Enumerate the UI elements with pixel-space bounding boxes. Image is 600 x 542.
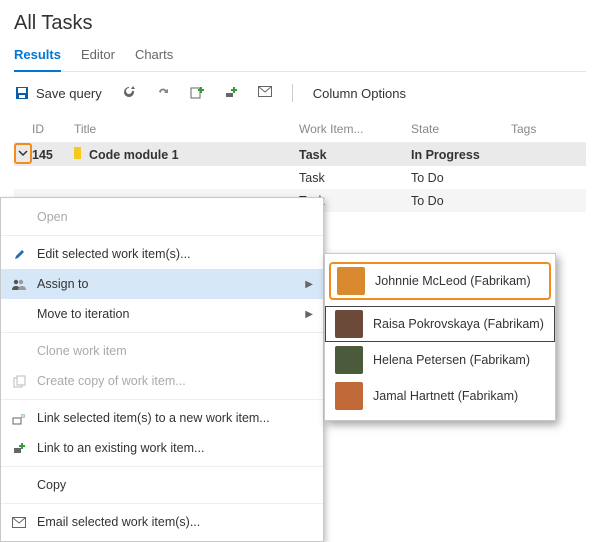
refresh-button[interactable] [122, 85, 136, 102]
person-name: Helena Petersen (Fabrikam) [373, 353, 530, 367]
link-button[interactable] [224, 85, 238, 102]
new-item-icon [190, 85, 204, 102]
cell-type: Task [299, 148, 411, 162]
menu-separator [1, 235, 323, 236]
menu-link-new[interactable]: Link selected item(s) to a new work item… [1, 403, 323, 433]
link-new-icon [11, 412, 27, 425]
row-context-trigger[interactable] [14, 143, 32, 164]
person-option[interactable]: Jamal Hartnett (Fabrikam) [325, 378, 555, 414]
cell-state: To Do [411, 171, 511, 185]
assign-to-submenu: Johnnie McLeod (Fabrikam) Raisa Pokrovsk… [324, 253, 556, 421]
refresh-icon [122, 85, 136, 102]
avatar [335, 310, 363, 338]
col-tags[interactable]: Tags [511, 122, 586, 136]
redo-button[interactable] [156, 85, 170, 102]
toolbar: Save query Column Opt [14, 72, 586, 116]
mail-icon [11, 517, 27, 528]
toolbar-separator [292, 84, 293, 102]
page-title: All Tasks [14, 12, 586, 35]
col-type[interactable]: Work Item... [299, 122, 411, 136]
menu-create-copy: Create copy of work item... [1, 366, 323, 396]
cell-type: Task [299, 171, 411, 185]
email-toolbar-button[interactable] [258, 86, 272, 101]
task-type-icon [74, 147, 81, 159]
people-icon [11, 278, 27, 290]
tab-editor[interactable]: Editor [81, 41, 115, 71]
cell-title: Code module 1 [74, 147, 299, 162]
col-state[interactable]: State [411, 122, 511, 136]
pencil-icon [11, 248, 27, 261]
tab-results[interactable]: Results [14, 41, 61, 72]
menu-separator [1, 503, 323, 504]
col-title[interactable]: Title [74, 122, 299, 136]
save-query-button[interactable]: Save query [14, 86, 102, 101]
menu-edit[interactable]: Edit selected work item(s)... [1, 239, 323, 269]
chevron-right-icon: ▶ [305, 279, 313, 290]
chevron-right-icon: ▶ [305, 309, 313, 320]
menu-copy[interactable]: Copy [1, 470, 323, 500]
redo-icon [156, 85, 170, 102]
menu-separator [1, 332, 323, 333]
save-icon [14, 86, 30, 100]
copy-icon [11, 375, 27, 388]
col-id[interactable]: ID [32, 122, 74, 136]
menu-link-existing[interactable]: Link to an existing work item... [1, 433, 323, 463]
avatar [335, 346, 363, 374]
menu-separator [1, 399, 323, 400]
menu-open: Open [1, 202, 323, 232]
column-headers: ID Title Work Item... State Tags [14, 116, 586, 143]
menu-email[interactable]: Email selected work item(s)... [1, 507, 323, 537]
person-name: Johnnie McLeod (Fabrikam) [375, 274, 531, 288]
cell-id: 145 [32, 148, 74, 162]
table-row[interactable]: 145 Code module 1 Task In Progress [14, 143, 586, 166]
cell-state: To Do [411, 194, 511, 208]
context-menu: Open Edit selected work item(s)... Assig… [0, 197, 324, 542]
menu-separator [1, 466, 323, 467]
person-name: Jamal Hartnett (Fabrikam) [373, 389, 518, 403]
person-option[interactable]: Raisa Pokrovskaya (Fabrikam) [325, 306, 555, 342]
new-item-button[interactable] [190, 85, 204, 102]
avatar [337, 267, 365, 295]
link-existing-icon [11, 442, 27, 454]
tab-charts[interactable]: Charts [135, 41, 173, 71]
save-query-label: Save query [36, 86, 102, 101]
tabs: Results Editor Charts [14, 41, 586, 72]
person-name: Raisa Pokrovskaya (Fabrikam) [373, 317, 544, 331]
link-icon [224, 85, 238, 102]
column-options-button[interactable]: Column Options [313, 86, 406, 101]
chevron-down-icon [18, 150, 28, 158]
table-row[interactable]: Task To Do [14, 166, 586, 189]
avatar [335, 382, 363, 410]
menu-assign-to[interactable]: Assign to ▶ [1, 269, 323, 299]
menu-move-iteration[interactable]: Move to iteration ▶ [1, 299, 323, 329]
cell-state: In Progress [411, 148, 511, 162]
menu-clone: Clone work item [1, 336, 323, 366]
person-option[interactable]: Helena Petersen (Fabrikam) [325, 342, 555, 378]
mail-icon [258, 86, 272, 101]
person-option[interactable]: Johnnie McLeod (Fabrikam) [329, 262, 551, 300]
